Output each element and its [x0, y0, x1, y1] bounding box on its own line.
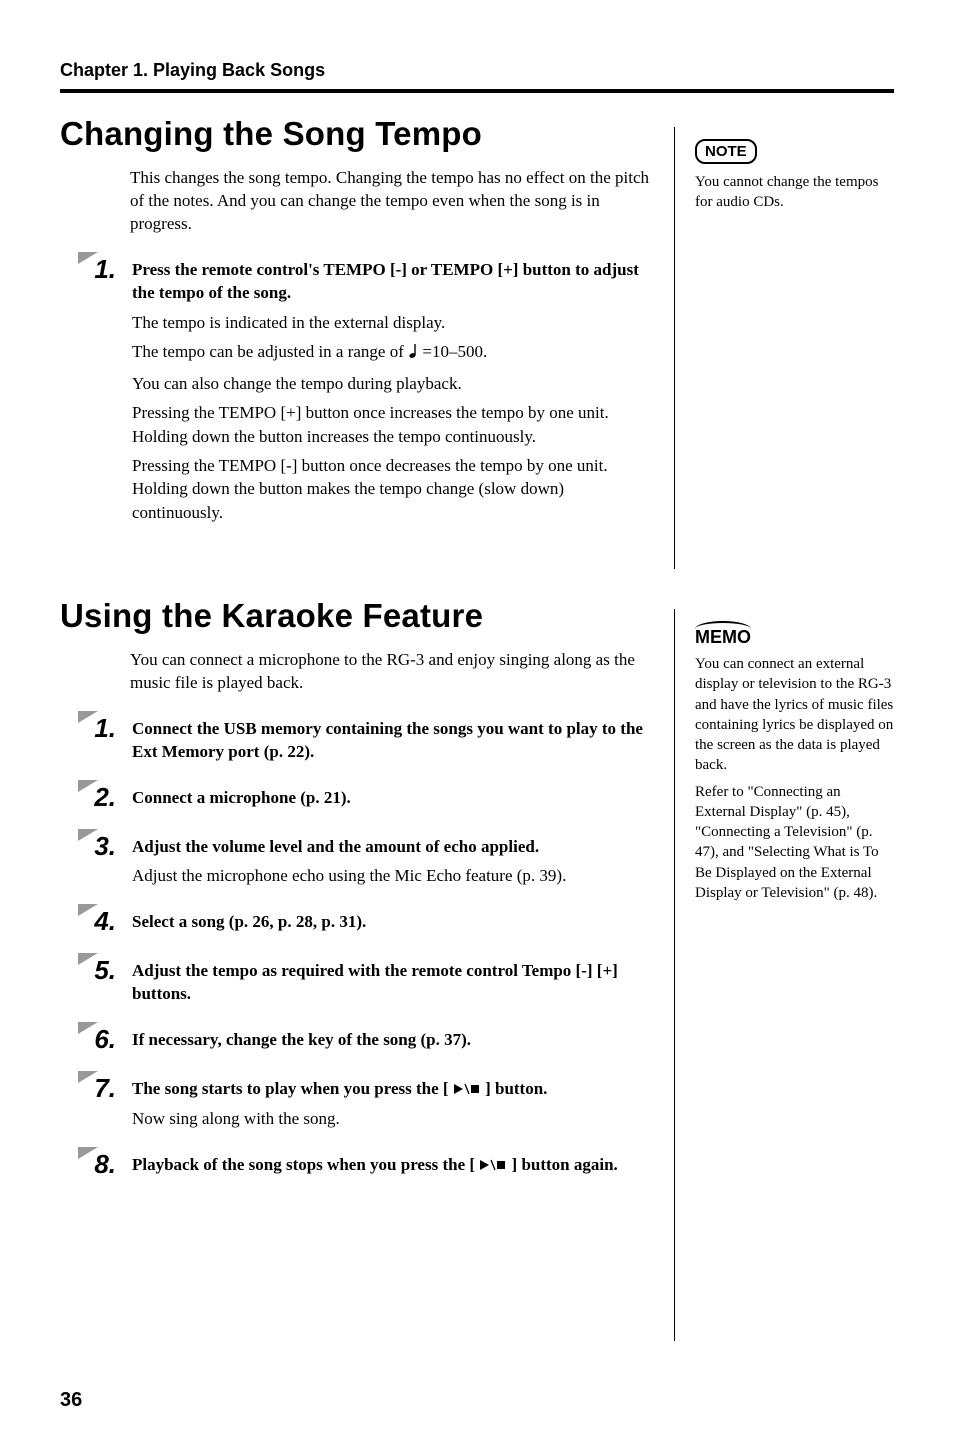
step-number-k8: 8.: [60, 1149, 120, 1180]
sidebar-memo-section2: MEMO You can connect an external display…: [674, 597, 894, 1341]
step-k7-text: The song starts to play when you press t…: [132, 1077, 650, 1101]
quarter-note-icon: [408, 342, 418, 365]
step-1-p1: The tempo is indicated in the external d…: [132, 311, 650, 334]
header-rule: [60, 89, 894, 93]
step-k8-pre: Playback of the song stops when you pres…: [132, 1155, 479, 1174]
step-1-p5: Pressing the TEMPO [-] button once decre…: [132, 454, 650, 524]
step-k1-text: Connect the USB memory containing the so…: [132, 717, 650, 764]
step-1-p2-post: =10–500.: [422, 342, 487, 361]
step-number-k2: 2.: [60, 782, 120, 813]
step-k7-plain: Now sing along with the song.: [132, 1107, 650, 1130]
step-k5-text: Adjust the tempo as required with the re…: [132, 959, 650, 1006]
memo-text-1: You can connect an external display or t…: [695, 654, 894, 776]
play-stop-icon-2: [479, 1154, 507, 1177]
section-title-karaoke: Using the Karaoke Feature: [60, 597, 650, 635]
step-k4-text: Select a song (p. 26, p. 28, p. 31).: [132, 910, 650, 933]
step-k8-post: ] button again.: [512, 1155, 618, 1174]
step-1-p2: The tempo can be adjusted in a range of …: [132, 340, 650, 365]
step-k3-text: Adjust the volume level and the amount o…: [132, 835, 650, 858]
step-k3-plain: Adjust the microphone echo using the Mic…: [132, 864, 650, 887]
play-stop-icon: [453, 1078, 481, 1101]
step-number-1: 1.: [60, 254, 120, 285]
section-title-changing-tempo: Changing the Song Tempo: [60, 115, 650, 153]
step-1-p3: You can also change the tempo during pla…: [132, 372, 650, 395]
note-text: You cannot change the tempos for audio C…: [695, 172, 894, 213]
step-number-k1: 1.: [60, 713, 120, 744]
memo-text-2: Refer to "Connecting an External Display…: [695, 782, 894, 904]
step-number-k4: 4.: [60, 906, 120, 937]
section1-intro: This changes the song tempo. Changing th…: [60, 167, 650, 236]
step-1-p2-pre: The tempo can be adjusted in a range of: [132, 342, 408, 361]
step-k7-post: ] button.: [485, 1079, 547, 1098]
step-number-k6: 6.: [60, 1024, 120, 1055]
step-k6-text: If necessary, change the key of the song…: [132, 1028, 650, 1051]
note-label: NOTE: [695, 139, 757, 164]
step-number-k3: 3.: [60, 831, 120, 862]
step-1-instruction: Press the remote control's TEMPO [-] or …: [132, 258, 650, 305]
sidebar-note-section1: NOTE You cannot change the tempos for au…: [674, 115, 894, 569]
step-number-k5: 5.: [60, 955, 120, 986]
memo-label: MEMO: [695, 627, 751, 648]
step-1-p4: Pressing the TEMPO [+] button once incre…: [132, 401, 650, 448]
step-k8-text: Playback of the song stops when you pres…: [132, 1153, 650, 1177]
step-k2-text: Connect a microphone (p. 21).: [132, 786, 650, 809]
page-number: 36: [60, 1389, 894, 1412]
section2-intro: You can connect a microphone to the RG-3…: [60, 649, 650, 695]
step-number-k7: 7.: [60, 1073, 120, 1104]
step-k7-pre: The song starts to play when you press t…: [132, 1079, 453, 1098]
chapter-header: Chapter 1. Playing Back Songs: [60, 60, 894, 81]
